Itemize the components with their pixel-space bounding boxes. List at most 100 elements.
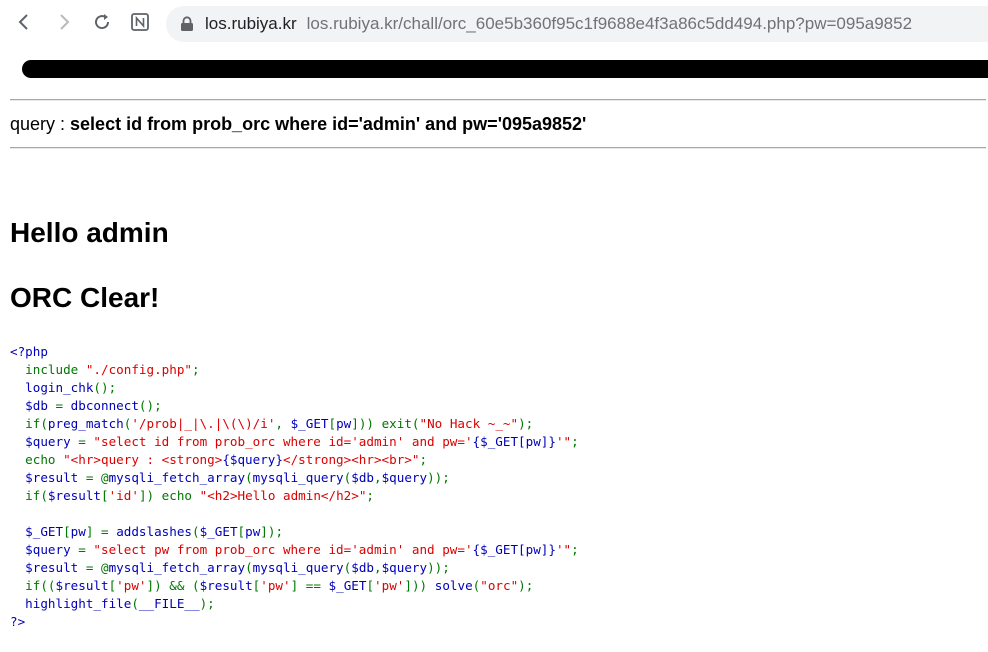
code-line: <?php [10,343,579,361]
code-token: mysqli_fetch_array [108,470,246,485]
code-line: if(preg_match('/prob|_|\.|\(\)/i', $_GET… [10,415,579,433]
code-line: $query = "select pw from prob_orc where … [10,541,579,559]
code-token: ( [192,524,200,539]
code-token: = @ [85,470,109,485]
code-token: ])) [404,578,435,593]
back-button[interactable] [10,8,38,36]
reload-button[interactable] [88,8,116,36]
notion-extension-button[interactable] [126,8,154,36]
code-token: mysqli_fetch_array [108,560,246,575]
code-token: ; [366,488,375,503]
query-line: query : select id from prob_orc where id… [10,114,586,135]
code-token: "No Hack ~_~" [419,416,519,431]
code-line: $result = @mysqli_fetch_array(mysqli_que… [10,559,579,577]
code-line [10,505,579,523]
code-token: {$_GET[pw]} [472,542,556,557]
code-token: ]) && ( [146,578,200,593]
code-line: $query = "select id from prob_orc where … [10,433,579,451]
code-token: $result [10,560,86,575]
code-token: "./config.php" [85,362,192,377]
code-token: 'pw' [260,578,291,593]
arrow-left-icon [18,14,28,30]
code-token: preg_match [47,416,124,431]
code-token: $_GET [290,416,329,431]
query-text: select id from prob_orc where id='admin'… [70,114,587,134]
address-bar[interactable]: los.rubiya.kr los.rubiya.kr/chall/orc_60… [166,6,988,42]
code-token: highlight_file [10,596,132,611]
code-token: "<hr>query : <strong> [63,452,223,467]
code-token: mysqli_query [252,470,344,485]
code-token: "select id from prob_orc where id='admin… [93,434,473,449]
code-token: __FILE__ [138,596,200,611]
code-token: "select pw from prob_orc where id='admin… [93,542,473,557]
code-token: ]); [260,524,284,539]
code-token: echo [10,452,64,467]
code-token: ])) exit( [351,416,420,431]
code-token: "<h2>Hello admin</h2>" [199,488,367,503]
code-line: include "./config.php"; [10,361,579,379]
code-token: ); [518,416,534,431]
lock-icon [181,16,193,31]
code-token: 'pw' [116,578,147,593]
php-source-code: <?php include "./config.php"; login_chk(… [10,343,579,631]
code-token: {$_GET[pw]} [472,434,556,449]
code-token: <?php [10,344,48,359]
code-token: ; [419,452,428,467]
browser-toolbar: los.rubiya.kr los.rubiya.kr/chall/orc_60… [0,0,988,48]
code-token: 'pw' [374,578,405,593]
code-token: ( [131,596,139,611]
code-token: ?> [10,614,26,629]
code-line: if($result['id']) echo "<h2>Hello admin<… [10,487,579,505]
code-token: ]) echo [138,488,200,503]
code-token: ; [571,434,579,449]
forward-button[interactable] [50,8,78,36]
code-token: ] = [85,524,117,539]
notion-icon [131,13,149,31]
arrow-right-icon [60,14,70,30]
code-token: '" [555,542,572,557]
code-token: if( [10,416,48,431]
code-token: ); [518,578,534,593]
code-token: , [275,416,291,431]
code-token: , [374,470,382,485]
code-token: $result [10,470,86,485]
code-token: = @ [85,560,109,575]
code-token: pw [336,416,352,431]
url-host: los.rubiya.kr [205,14,297,33]
code-token: = [78,434,94,449]
code-line: login_chk(); [10,379,579,397]
code-line: ?> [10,613,579,631]
code-token: = [78,542,94,557]
code-token: ] == [290,578,329,593]
code-line: if(($result['pw']) && ($result['pw'] == … [10,577,579,595]
code-token: dbconnect [70,398,139,413]
code-token: if(( [10,578,56,593]
code-token: solve [434,578,473,593]
code-token: $result [199,578,253,593]
code-token: $_GET [328,578,367,593]
code-token: pw [245,524,261,539]
code-token: $query [381,470,428,485]
code-token: "orc" [480,578,519,593]
code-token: login_chk [10,380,94,395]
code-token: ( [245,470,253,485]
code-token: = [55,398,71,413]
code-token: ; [191,362,200,377]
code-token: '" [555,434,572,449]
code-token: (); [93,380,117,395]
code-token: ; [571,542,579,557]
code-token: addslashes [116,524,193,539]
code-token: $query [381,560,428,575]
reload-icon [95,14,110,30]
code-token: include [10,362,86,377]
code-token: $db [351,470,374,485]
code-token: ( [245,560,253,575]
code-line: highlight_file(__FILE__); [10,595,579,613]
hello-heading: Hello admin [10,217,169,248]
code-token: if( [10,488,48,503]
url-path: los.rubiya.kr/chall/orc_60e5b360f95c1f96… [306,14,913,33]
code-token: '/prob|_|\.|\(\)/i' [131,416,276,431]
code-token: [ [328,416,337,431]
code-token: )); [427,470,450,485]
